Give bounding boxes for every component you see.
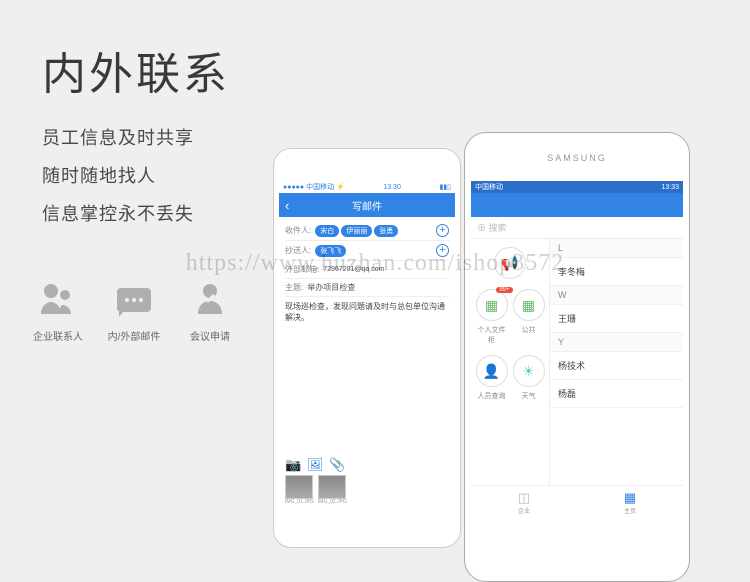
image-icon[interactable]: 🖼 (307, 457, 323, 471)
contact-item[interactable]: 李冬梅 (550, 258, 683, 286)
badge: 99+ (496, 287, 512, 293)
feature-contacts[interactable]: 企业联系人 (28, 280, 88, 343)
page-title: 内外联系 (42, 38, 230, 102)
feature-label: 内/外部邮件 (104, 328, 164, 343)
app-weather[interactable]: ☀ (513, 355, 545, 387)
android-status-bar: 中国移动13:33 (471, 181, 683, 193)
attachment-icon[interactable]: 📎 (329, 457, 345, 471)
ios-screen: ●●●●● 中国移动 ⚡13:30▮▮▯ ‹ 写邮件 收件人: 宋白 伊丽丽 张… (279, 181, 455, 511)
subtitle-1: 员工信息及时共享 (42, 124, 194, 150)
external-mail-row[interactable]: 外部邮箱: 72967201@qq.com (285, 261, 449, 279)
contact-section-header: Y (550, 333, 683, 352)
feature-mail[interactable]: 内/外部邮件 (104, 280, 164, 343)
subtitle-2: 随时随地找人 (42, 162, 156, 188)
android-header (471, 193, 683, 217)
app-grid: 📢 ▦99+ 个人文件柜 ▦ 公共 👤 人员查询 (471, 239, 549, 521)
camera-icon[interactable]: 📷 (285, 457, 301, 471)
meeting-icon (189, 280, 231, 318)
bottom-nav: ◫企业 ▦主页 (471, 485, 683, 521)
cc-chip[interactable]: 张飞飞 (315, 245, 346, 257)
android-screen: 中国移动13:33 ⊕ 搜索 📢 ▦99+ 个人文件柜 ▦ 公共 (471, 181, 683, 521)
feature-label: 会议申请 (180, 328, 240, 343)
attachment-thumb[interactable]: IMG_01.JPG (285, 475, 314, 505)
mail-body[interactable]: 现场巡检查，发现问题请及时与总包单位沟通解决。 (285, 297, 449, 327)
recipient-chip[interactable]: 伊丽丽 (341, 225, 372, 237)
search-bar[interactable]: ⊕ 搜索 (471, 217, 683, 239)
add-recipient-button[interactable]: + (436, 224, 449, 237)
feature-meeting[interactable]: 会议申请 (180, 280, 240, 343)
app-public[interactable]: ▦ (513, 289, 545, 321)
app-people[interactable]: 👤 (476, 355, 508, 387)
ios-nav-bar: ‹ 写邮件 (279, 193, 455, 217)
recipient-chip[interactable]: 宋白 (315, 225, 339, 237)
samsung-mockup: SAMSUNG 中国移动13:33 ⊕ 搜索 📢 ▦99+ 个人文件柜 ▦ 公共 (464, 132, 690, 582)
app-announce[interactable]: 📢 (494, 247, 526, 279)
subtitle-3: 信息掌控永不丢失 (42, 200, 194, 226)
attachments-row: IMG_01.JPG IMG_02.JPG (285, 475, 347, 505)
contact-section-header: L (550, 239, 683, 258)
back-icon[interactable]: ‹ (285, 198, 289, 213)
nav-enterprise[interactable]: ◫企业 (471, 486, 577, 521)
contact-item[interactable]: 杨磊 (550, 380, 683, 408)
nav-home[interactable]: ▦主页 (577, 486, 683, 521)
contact-section-header: W (550, 286, 683, 305)
add-cc-button[interactable]: + (436, 244, 449, 257)
recipients-row[interactable]: 收件人: 宋白 伊丽丽 张勇 + (285, 221, 449, 241)
contacts-icon (37, 280, 79, 318)
mail-icon (113, 280, 155, 318)
feature-label: 企业联系人 (28, 328, 88, 343)
compose-toolbar: 📷 🖼 📎 (285, 457, 345, 471)
contact-list: L 李冬梅 W 王珊 Y 杨技术 杨磊 (549, 239, 683, 521)
ios-nav-title: 写邮件 (352, 198, 382, 213)
recipient-chip[interactable]: 张勇 (374, 225, 398, 237)
ios-status-bar: ●●●●● 中国移动 ⚡13:30▮▮▯ (279, 181, 455, 193)
subject-row[interactable]: 主题: 举办项目检查 (285, 279, 449, 297)
cc-row[interactable]: 抄送人: 张飞飞 + (285, 241, 449, 261)
attachment-thumb[interactable]: IMG_02.JPG (318, 475, 347, 505)
samsung-logo: SAMSUNG (465, 153, 689, 163)
feature-icon-row: 企业联系人 内/外部邮件 会议申请 (28, 280, 240, 343)
app-files[interactable]: ▦99+ (476, 289, 508, 321)
iphone-mockup: ●●●●● 中国移动 ⚡13:30▮▮▯ ‹ 写邮件 收件人: 宋白 伊丽丽 张… (273, 148, 461, 548)
contact-item[interactable]: 杨技术 (550, 352, 683, 380)
contact-item[interactable]: 王珊 (550, 305, 683, 333)
